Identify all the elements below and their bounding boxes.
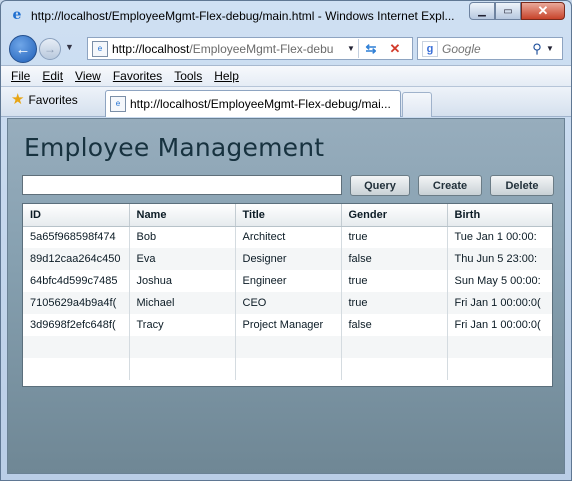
cell-birth: Thu Jun 5 23:00: — [447, 248, 552, 270]
table-row[interactable]: 3d9698f2efc648f( Tracy Project Manager f… — [23, 314, 552, 336]
flex-app: Employee Management Query Create Delete … — [7, 118, 565, 474]
empty-cell — [447, 336, 552, 358]
cell-name: Eva — [129, 248, 236, 270]
caption-buttons: ▁ ▭ ✕ — [469, 2, 565, 20]
empty-cell — [341, 336, 448, 358]
address-bar[interactable]: e http://localhost/EmployeeMgmt-Flex-deb… — [87, 37, 413, 60]
empty-cell — [129, 358, 236, 380]
empty-cell — [341, 358, 448, 380]
star-icon: ★ — [11, 91, 25, 108]
address-dropdown-icon[interactable]: ▼ — [344, 44, 358, 53]
cell-title: Designer — [235, 248, 342, 270]
empty-cell — [23, 336, 130, 358]
favorites-bar: ★ Favorites e http://localhost/EmployeeM… — [1, 87, 571, 117]
empty-cell — [235, 336, 342, 358]
browser-window: e http://localhost/EmployeeMgmt-Flex-deb… — [0, 0, 572, 481]
cell-title: Project Manager — [235, 314, 342, 336]
stop-icon[interactable]: ✕ — [383, 41, 407, 57]
employee-datagrid[interactable]: ID Name Title Gender Birth 5a65f968598f4… — [22, 203, 553, 387]
cell-id: 7105629a4b9a4f( — [23, 292, 130, 314]
close-button[interactable]: ✕ — [521, 2, 565, 20]
search-box[interactable]: g ⚲ ▼ — [417, 37, 563, 60]
cell-name: Michael — [129, 292, 236, 314]
empty-row — [23, 358, 552, 380]
table-row[interactable]: 7105629a4b9a4f( Michael CEO true Fri Jan… — [23, 292, 552, 314]
tab-page-icon: e — [110, 96, 126, 112]
maximize-button[interactable]: ▭ — [495, 2, 521, 20]
cell-birth: Tue Jan 1 00:00: — [447, 226, 552, 248]
cell-birth: Fri Jan 1 00:00:0( — [447, 292, 552, 314]
cell-gender: true — [341, 270, 448, 292]
cell-name: Bob — [129, 226, 236, 248]
refresh-icon[interactable]: ⇆ — [359, 41, 383, 57]
cell-gender: true — [341, 226, 448, 248]
empty-cell — [23, 358, 130, 380]
table-row[interactable]: 5a65f968598f474 Bob Architect true Tue J… — [23, 226, 552, 248]
cell-birth: Sun May 5 00:00: — [447, 270, 552, 292]
menu-tools[interactable]: Tools — [174, 69, 202, 83]
column-header-id[interactable]: ID — [23, 204, 130, 227]
address-url[interactable]: http://localhost/EmployeeMgmt-Flex-debu — [112, 42, 344, 56]
cell-id: 3d9698f2efc648f( — [23, 314, 130, 336]
cell-name: Tracy — [129, 314, 236, 336]
menu-bar: File Edit View Favorites Tools Help — [1, 65, 571, 87]
favorites-label: Favorites — [28, 93, 78, 107]
recent-pages-dropdown[interactable]: ▼ — [65, 42, 74, 52]
tab-title: http://localhost/EmployeeMgmt-Flex-debug… — [130, 97, 391, 111]
query-button[interactable]: Query — [350, 175, 410, 196]
menu-help[interactable]: Help — [214, 69, 239, 83]
back-button[interactable]: ← — [9, 35, 37, 63]
minimize-button[interactable]: ▁ — [469, 2, 495, 20]
empty-cell — [447, 358, 552, 380]
table-row[interactable]: 64bfc4d599c7485 Joshua Engineer true Sun… — [23, 270, 552, 292]
menu-edit[interactable]: Edit — [42, 69, 63, 83]
query-input[interactable] — [22, 175, 342, 195]
cell-title: CEO — [235, 292, 342, 314]
cell-id: 5a65f968598f474 — [23, 226, 130, 248]
cell-gender: false — [341, 314, 448, 336]
cell-id: 64bfc4d599c7485 — [23, 270, 130, 292]
empty-cell — [129, 336, 236, 358]
page-icon: e — [92, 40, 108, 57]
cell-gender: false — [341, 248, 448, 270]
new-tab-button[interactable] — [402, 92, 432, 117]
cell-gender: true — [341, 292, 448, 314]
empty-cell — [235, 358, 342, 380]
page-title: Employee Management — [24, 133, 325, 162]
menu-file[interactable]: File — [11, 69, 30, 83]
forward-arrow-icon: → — [44, 42, 56, 56]
title-bar: e http://localhost/EmployeeMgmt-Flex-deb… — [1, 1, 571, 31]
tab-main[interactable]: e http://localhost/EmployeeMgmt-Flex-deb… — [105, 90, 401, 117]
header-row: ID Name Title Gender Birth — [23, 204, 552, 227]
cell-name: Joshua — [129, 270, 236, 292]
search-icon[interactable]: ⚲ — [528, 41, 546, 57]
column-header-title[interactable]: Title — [235, 204, 342, 227]
navigation-row: ← → ▼ e http://localhost/EmployeeMgmt-Fl… — [1, 31, 571, 65]
menu-view[interactable]: View — [75, 69, 101, 83]
search-dropdown-icon[interactable]: ▼ — [546, 44, 558, 53]
empty-row — [23, 336, 552, 358]
menu-favorites[interactable]: Favorites — [113, 69, 162, 83]
cell-title: Engineer — [235, 270, 342, 292]
delete-button[interactable]: Delete — [490, 175, 554, 196]
cell-birth: Fri Jan 1 00:00:0( — [447, 314, 552, 336]
table-row[interactable]: 89d12caa264c450 Eva Designer false Thu J… — [23, 248, 552, 270]
window-title: http://localhost/EmployeeMgmt-Flex-debug… — [31, 9, 455, 23]
internet-explorer-icon: e — [12, 7, 22, 23]
favorites-button[interactable]: ★ Favorites — [11, 91, 78, 108]
create-button[interactable]: Create — [418, 175, 482, 196]
column-header-birth[interactable]: Birth — [447, 204, 552, 227]
search-input[interactable] — [442, 41, 528, 56]
column-header-name[interactable]: Name — [129, 204, 236, 227]
forward-button[interactable]: → — [39, 38, 61, 60]
google-icon: g — [422, 40, 438, 57]
cell-id: 89d12caa264c450 — [23, 248, 130, 270]
cell-title: Architect — [235, 226, 342, 248]
column-header-gender[interactable]: Gender — [341, 204, 448, 227]
back-arrow-icon: ← — [15, 40, 31, 58]
